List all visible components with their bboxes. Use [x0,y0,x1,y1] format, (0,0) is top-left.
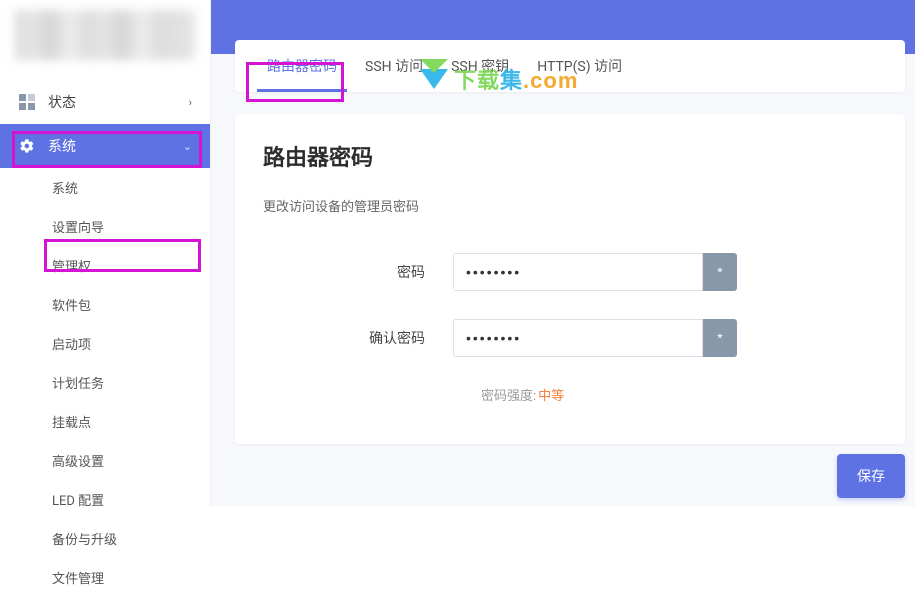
sidebar: 状态 › 系统 ⌄ 系统 设置向导 管理权 软件包 启动项 计划任务 挂载点 高… [0,0,211,506]
card-title: 路由器密码 [263,140,877,172]
subnav-startup[interactable]: 启动项 [0,324,210,363]
strength-value: 中等 [538,385,564,404]
subnav-system[interactable]: 系统 [0,168,210,207]
row-confirm: 确认密码 * [263,319,877,357]
nav-system[interactable]: 系统 ⌄ [0,124,210,168]
tab-ssh-key[interactable]: SSH 密钥 [437,40,523,92]
subnav-mountpoints[interactable]: 挂载点 [0,402,210,441]
tabs: 路由器密码 SSH 访问 SSH 密钥 HTTP(S) 访问 [235,40,905,92]
password-strength: 密码强度: 中等 [481,385,877,404]
subnav-filemanager[interactable]: 文件管理 [0,558,210,597]
password-card: 路由器密码 更改访问设备的管理员密码 密码 * 确认密码 * [235,114,905,444]
subnav-led[interactable]: LED 配置 [0,480,210,519]
subnav-packages[interactable]: 软件包 [0,285,210,324]
tab-https-access[interactable]: HTTP(S) 访问 [523,40,636,92]
subnav-admin[interactable]: 管理权 [0,246,210,285]
nav-status[interactable]: 状态 › [0,80,210,124]
chevron-right-icon: › [189,96,192,109]
confirm-label: 确认密码 [263,328,453,348]
strength-label: 密码强度: [481,385,536,404]
system-submenu: 系统 设置向导 管理权 软件包 启动项 计划任务 挂载点 高级设置 LED 配置… [0,168,210,597]
confirm-reveal-button[interactable]: * [703,319,737,357]
confirm-input[interactable] [453,319,703,357]
row-password: 密码 * [263,253,877,291]
save-button[interactable]: 保存 [837,454,905,498]
chevron-down-icon: ⌄ [183,140,192,153]
brand-logo [15,10,195,60]
password-label: 密码 [263,262,453,282]
password-input[interactable] [453,253,703,291]
subnav-crontab[interactable]: 计划任务 [0,363,210,402]
gear-icon [18,137,36,155]
grid-icon [18,93,36,111]
main: 路由器密码 SSH 访问 SSH 密钥 HTTP(S) 访问 路由器密码 更改访… [211,0,915,506]
subnav-setup-wizard[interactable]: 设置向导 [0,207,210,246]
subnav-advanced[interactable]: 高级设置 [0,441,210,480]
tab-router-password[interactable]: 路由器密码 [253,40,351,92]
card-desc: 更改访问设备的管理员密码 [263,196,877,215]
password-reveal-button[interactable]: * [703,253,737,291]
nav-status-label: 状态 [48,92,76,112]
nav-system-label: 系统 [48,136,76,156]
subnav-backup[interactable]: 备份与升级 [0,519,210,558]
tab-ssh-access[interactable]: SSH 访问 [351,40,437,92]
